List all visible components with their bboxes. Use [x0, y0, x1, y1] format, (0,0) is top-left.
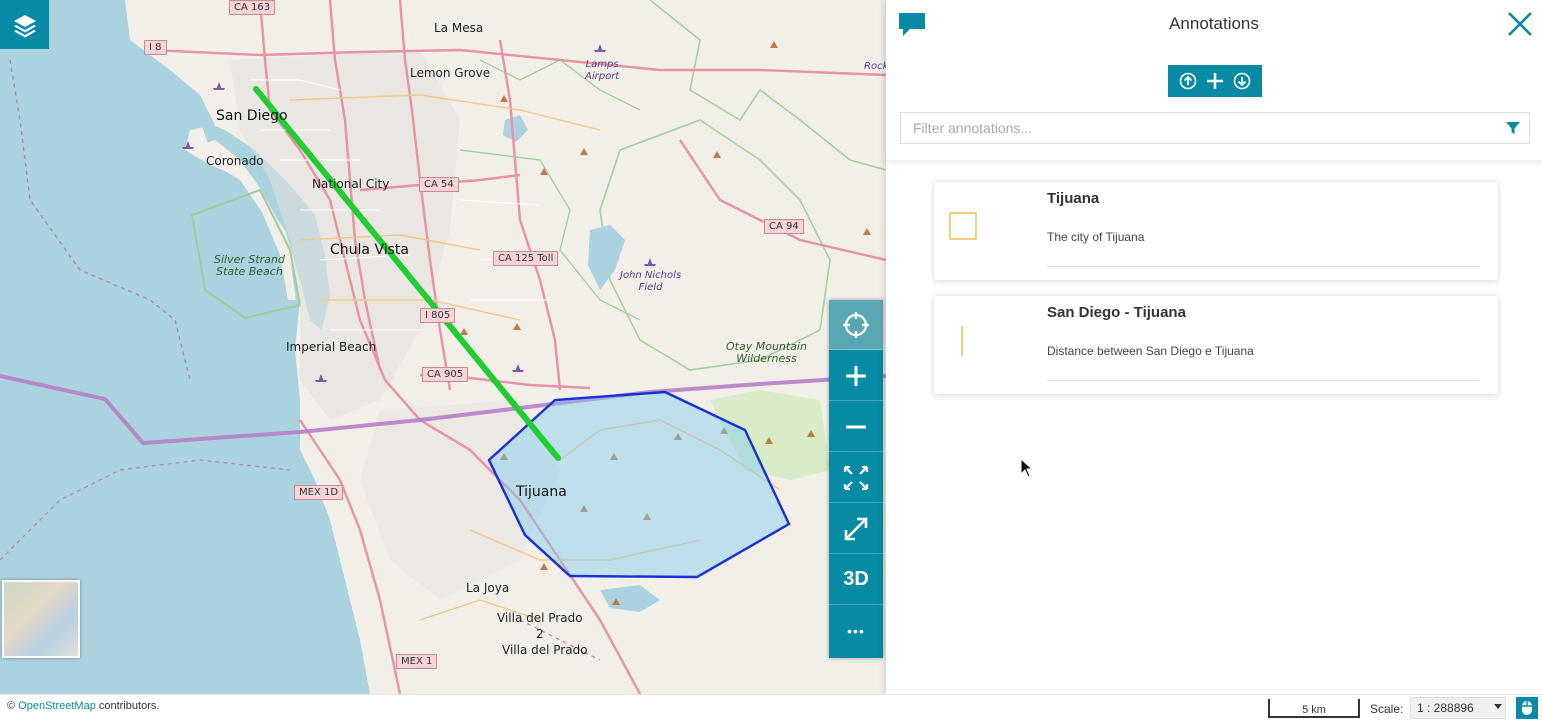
- openstreetmap-link[interactable]: OpenStreetMap: [18, 700, 96, 712]
- scale-bar: 5 km: [1268, 699, 1360, 718]
- upload-icon: [1179, 72, 1196, 90]
- map-label-lamps-airport: Lamps Airport: [585, 59, 620, 82]
- locate-icon: [843, 311, 869, 338]
- scale-value: 1 : 288896: [1417, 701, 1474, 715]
- filter-box: [900, 112, 1530, 144]
- mouse-cursor-icon: [1020, 458, 1034, 478]
- scale-dropdown[interactable]: 1 : 288896: [1410, 697, 1506, 719]
- shield-ca905: CA 905: [422, 367, 469, 382]
- attribution-prefix: ©: [7, 700, 19, 712]
- filter-icon[interactable]: [1505, 120, 1521, 136]
- shield-ca163: CA 163: [229, 0, 276, 15]
- zoom-in-icon: [846, 365, 866, 386]
- locate-button[interactable]: [829, 300, 883, 350]
- shield-mex1d: MEX 1D: [294, 485, 344, 500]
- map-label-national-city: National City: [312, 177, 390, 191]
- map-label-lemon-grove: Lemon Grove: [410, 66, 491, 80]
- 3d-button[interactable]: 3D: [829, 555, 883, 605]
- chevron-down-icon: [1494, 704, 1502, 709]
- polygon-icon: [949, 212, 977, 240]
- shield-i8: I 8: [144, 40, 167, 55]
- map-label-imperial-beach: Imperial Beach: [286, 340, 377, 354]
- mouse-position-button[interactable]: [1516, 697, 1538, 719]
- map-label-villa-del-prado: Villa del Prado: [502, 643, 588, 657]
- filter-annotations-input[interactable]: [901, 113, 1491, 143]
- fullscreen-button[interactable]: [829, 504, 883, 554]
- shield-i805: I 805: [420, 308, 456, 323]
- download-annotations-button[interactable]: [1231, 70, 1253, 92]
- annotation-description: Distance between San Diego e Tijuana: [1047, 344, 1254, 358]
- annotation-title: Tijuana: [1047, 190, 1100, 207]
- map-label-rock: Rock: [864, 61, 886, 72]
- map-label-otay-mountain: Otay Mountain Wilderness: [726, 340, 807, 365]
- layers-button[interactable]: [0, 0, 49, 49]
- line-icon: [961, 326, 963, 356]
- map-label-la-mesa: La Mesa: [434, 21, 484, 35]
- annotation-actions: [1168, 65, 1262, 97]
- map-label-silver-strand: Silver Strand State Beach: [214, 253, 285, 278]
- map-label-john-nichols: John Nichols Field: [620, 270, 682, 293]
- map-label-chula-vista: Chula Vista: [330, 242, 409, 258]
- map-label-la-joya: La Joya: [466, 581, 510, 595]
- scale-label: Scale:: [1370, 702, 1404, 716]
- plus-icon: [1206, 73, 1223, 89]
- shield-mex1: MEX 1: [396, 654, 438, 669]
- map-label-san-diego: San Diego: [216, 108, 288, 124]
- overview-map[interactable]: [2, 580, 80, 658]
- mouse-icon: [1522, 701, 1532, 715]
- map-viewport[interactable]: San Diego Coronado National City Chula V…: [0, 0, 886, 694]
- zoom-to-max-extent-icon: [843, 465, 869, 490]
- zoom-out-icon: [846, 425, 866, 428]
- shield-ca54: CA 54: [419, 177, 459, 192]
- annotations-panel: Annotations Filter annotations... Tijuan…: [886, 0, 1542, 694]
- shield-ca125: CA 125 Toll: [493, 251, 559, 266]
- zoom-out-button[interactable]: [829, 402, 883, 452]
- more-button[interactable]: •••: [829, 606, 883, 656]
- annotation-card[interactable]: San Diego - Tijuana Distance between San…: [934, 296, 1498, 394]
- map-footer: © OpenStreetMap contributors. 5 km Scale…: [0, 694, 1542, 721]
- annotation-card[interactable]: Tijuana The city of Tijuana: [934, 182, 1498, 280]
- close-icon[interactable]: [1506, 10, 1534, 38]
- zoom-in-button[interactable]: [829, 351, 883, 401]
- shield-ca94: CA 94: [764, 219, 804, 234]
- add-annotation-button[interactable]: [1204, 70, 1226, 92]
- zoom-to-max-extent-button[interactable]: [829, 453, 883, 503]
- annotation-title: San Diego - Tijuana: [1047, 304, 1186, 321]
- map-label-tijuana: Tijuana: [516, 484, 567, 500]
- fullscreen-icon: [844, 517, 868, 540]
- map-label-coronado: Coronado: [206, 154, 264, 168]
- upload-annotations-button[interactable]: [1177, 70, 1199, 92]
- layers-icon: [13, 14, 36, 37]
- map-label-villa-del-prado-2: Villa del Prado 2: [497, 611, 583, 641]
- scale-bar-label: 5 km: [1302, 704, 1326, 716]
- panel-title: Annotations: [1169, 14, 1259, 33]
- attribution-suffix: contributors.: [95, 700, 160, 712]
- annotation-description: The city of Tijuana: [1047, 230, 1145, 244]
- attribution: © OpenStreetMap contributors.: [7, 700, 159, 712]
- card-divider: [1047, 266, 1479, 267]
- panel-header: Annotations: [886, 0, 1542, 160]
- map-toolbar: 3D •••: [829, 300, 883, 658]
- download-icon: [1234, 72, 1251, 90]
- card-divider: [1047, 380, 1479, 381]
